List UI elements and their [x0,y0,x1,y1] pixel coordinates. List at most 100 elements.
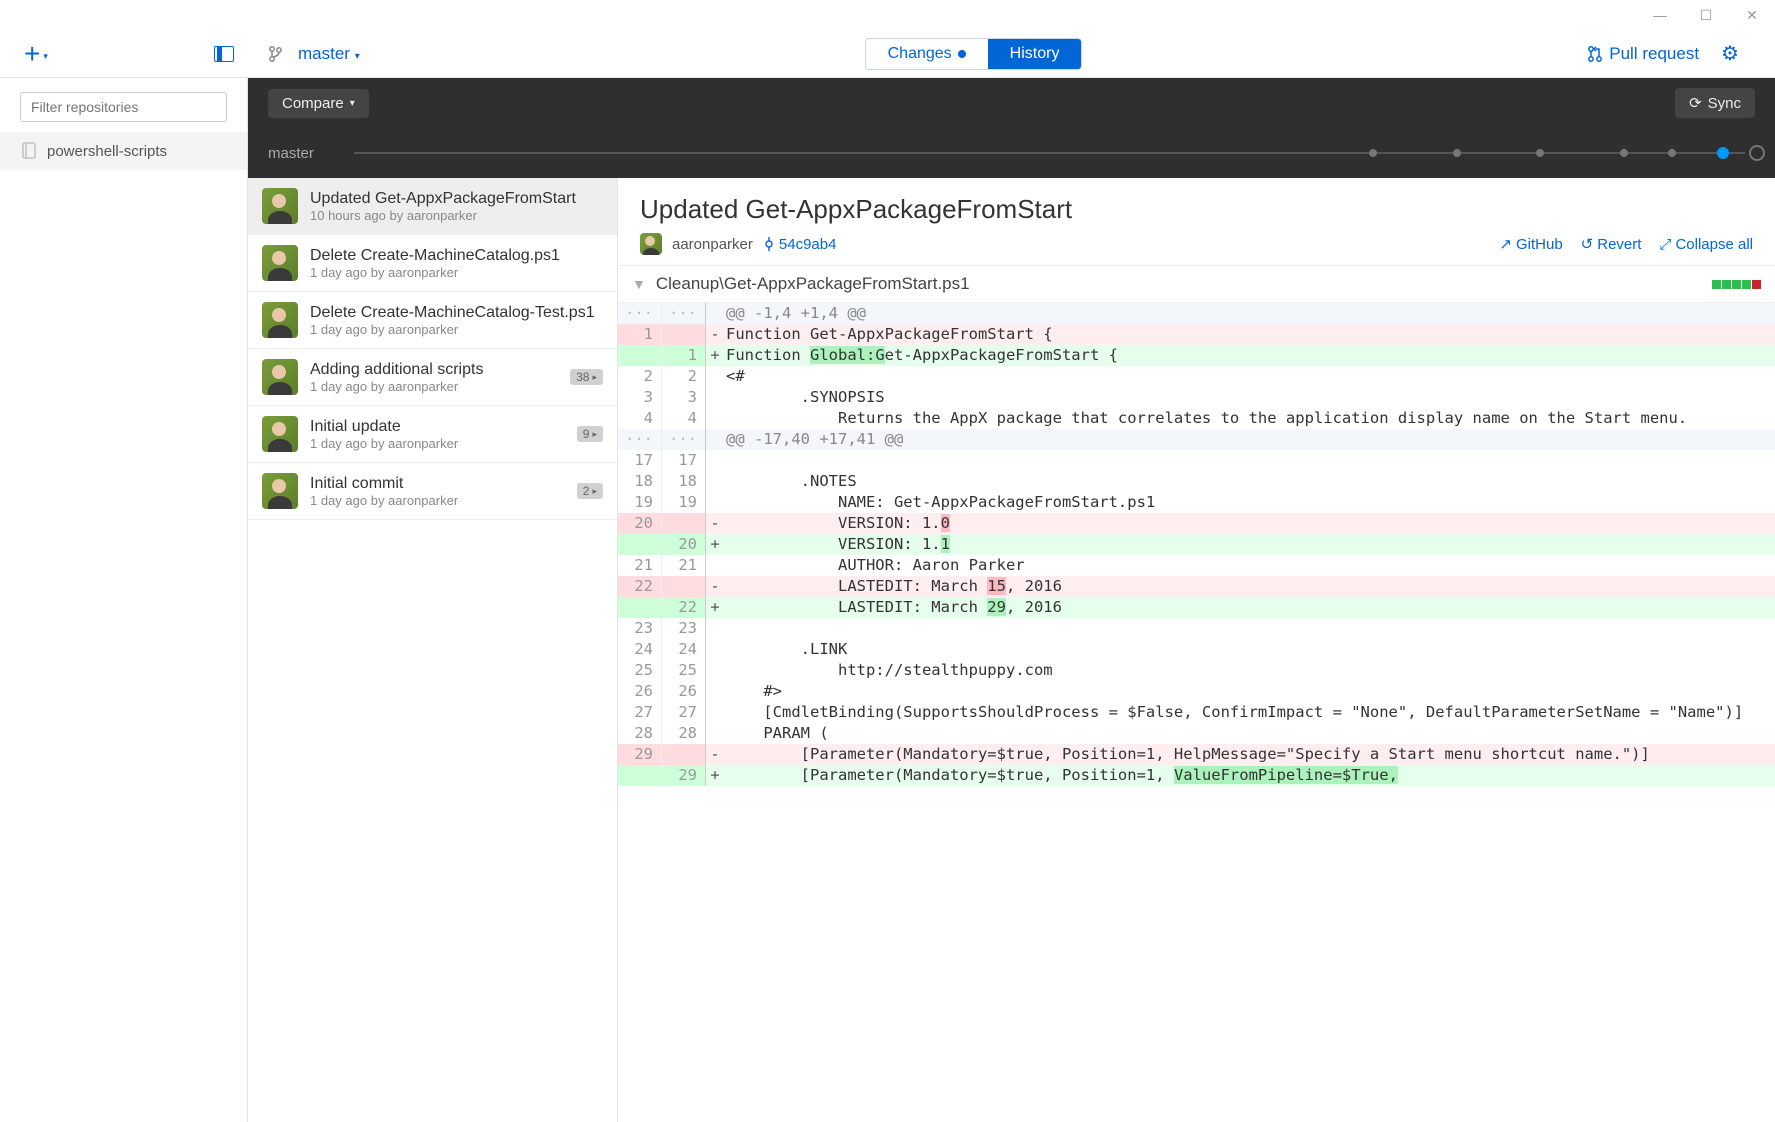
window-close-button[interactable]: ✕ [1729,0,1775,30]
timeline-track[interactable] [354,152,1745,154]
compare-button[interactable]: Compare▾ [268,89,369,118]
avatar [262,359,298,395]
timeline-commit-dot[interactable] [1668,149,1676,157]
filter-repos-input[interactable] [20,92,227,122]
diff-line: 1+Function Global:Get-AppxPackageFromSta… [618,345,1775,366]
commit-sha-link[interactable]: 54c9ab4 [763,236,837,253]
changes-indicator-dot [958,50,966,58]
caret-down-icon: ▾ [43,51,48,62]
commit-list: Updated Get-AppxPackageFromStart10 hours… [248,178,618,1122]
collapse-icon: ⤢ [1659,236,1671,253]
avatar [262,245,298,281]
commit-item[interactable]: Updated Get-AppxPackageFromStart10 hours… [248,178,617,235]
diff-line: ······@@ -17,40 +17,41 @@ [618,429,1775,450]
window-maximize-button[interactable]: ☐ [1683,0,1729,30]
diff-line: ······@@ -1,4 +1,4 @@ [618,303,1775,324]
commit-meta: 1 day ago by aaronparker [310,379,558,394]
diff-line: 44 Returns the AppX package that correla… [618,408,1775,429]
sidebar: powershell-scripts [0,78,248,1122]
layout-toggle-button[interactable] [214,46,234,62]
commit-icon [763,237,775,251]
commit-title: Initial commit [310,475,565,493]
diff-line: 22+ LASTEDIT: March 29, 2016 [618,597,1775,618]
toolbar: +▾ master ▾ Changes History Pull [0,30,1775,78]
diff-stat-squares [1712,280,1761,289]
open-github-link[interactable]: ↗GitHub [1499,235,1562,253]
avatar [262,473,298,509]
diff-line: 20+ VERSION: 1.1 [618,534,1775,555]
plus-icon: + [24,38,40,70]
commit-item[interactable]: Adding additional scripts1 day ago by aa… [248,349,617,406]
diff-line: 2828 PARAM ( [618,723,1775,744]
repo-item[interactable]: powershell-scripts [0,132,247,170]
diff-view[interactable]: ······@@ -1,4 +1,4 @@1-Function Get-Appx… [618,303,1775,1122]
revert-icon: ↺ [1581,235,1594,253]
commit-item[interactable]: Initial commit1 day ago by aaronparker 2▸ [248,463,617,520]
timeline-commit-dot[interactable] [1620,149,1628,157]
diff-line: 2424 .LINK [618,639,1775,660]
commit-title: Adding additional scripts [310,361,558,379]
file-count-badge: 9▸ [577,426,603,442]
commit-detail: Updated Get-AppxPackageFromStart aaronpa… [618,178,1775,1122]
diff-line: 33 .SYNOPSIS [618,387,1775,408]
external-link-icon: ↗ [1499,235,1512,253]
commit-title: Updated Get-AppxPackageFromStart [310,190,603,208]
caret-down-icon: ▾ [350,98,355,109]
commit-meta: 10 hours ago by aaronparker [310,208,603,223]
compare-bar: Compare▾ ⟳Sync [248,78,1775,128]
commit-author: aaronparker [672,236,753,253]
commit-title: Initial update [310,418,565,436]
add-repo-button[interactable]: +▾ [24,38,48,70]
commit-item[interactable]: Delete Create-MachineCatalog.ps11 day ag… [248,235,617,292]
window-titlebar: — ☐ ✕ [0,0,1775,30]
diff-line: 2525 http://stealthpuppy.com [618,660,1775,681]
timeline-commit-dot[interactable] [1453,149,1461,157]
commit-title: Delete Create-MachineCatalog-Test.ps1 [310,304,603,322]
diff-line: 1717 [618,450,1775,471]
diff-line: 1818 .NOTES [618,471,1775,492]
timeline-commit-dot-active[interactable] [1717,147,1729,159]
timeline-commit-dot[interactable] [1369,149,1377,157]
repo-name: powershell-scripts [47,143,167,160]
branch-dropdown[interactable]: master ▾ [298,44,360,64]
diff-line: 2323 [618,618,1775,639]
window-minimize-button[interactable]: — [1637,0,1683,30]
avatar [640,233,662,255]
diff-line: 1919 NAME: Get-AppxPackageFromStart.ps1 [618,492,1775,513]
sync-icon: ⟳ [1689,94,1702,112]
commit-title: Delete Create-MachineCatalog.ps1 [310,247,603,265]
file-count-badge: 38▸ [570,369,603,385]
commit-meta: 1 day ago by aaronparker [310,322,603,337]
avatar [262,188,298,224]
diff-line: 22<# [618,366,1775,387]
diff-line: 2121 AUTHOR: Aaron Parker [618,555,1775,576]
collapse-all-button[interactable]: ⤢Collapse all [1659,235,1753,253]
timeline-commit-dot[interactable] [1536,149,1544,157]
diff-line: 29+ [Parameter(Mandatory=$true, Position… [618,765,1775,786]
diff-line: 22- LASTEDIT: March 15, 2016 [618,576,1775,597]
commit-meta: 1 day ago by aaronparker [310,493,565,508]
caret-down-icon: ▾ [352,51,360,62]
tab-changes[interactable]: Changes [866,39,988,69]
pull-request-button[interactable]: Pull request [1587,44,1699,64]
timeline-branch-label: master [268,145,314,162]
diff-line: 2626 #> [618,681,1775,702]
diff-line: 2727 [CmdletBinding(SupportsShouldProces… [618,702,1775,723]
file-header[interactable]: ▼ Cleanup\Get-AppxPackageFromStart.ps1 [618,265,1775,303]
file-path: Cleanup\Get-AppxPackageFromStart.ps1 [656,274,970,294]
timeline-head-ring[interactable] [1749,145,1765,161]
revert-button[interactable]: ↺Revert [1581,235,1642,253]
avatar [262,302,298,338]
diff-line: 1-Function Get-AppxPackageFromStart { [618,324,1775,345]
commit-detail-title: Updated Get-AppxPackageFromStart [640,194,1753,225]
gear-icon[interactable]: ⚙ [1721,41,1739,66]
avatar [262,416,298,452]
sync-button[interactable]: ⟳Sync [1675,88,1755,118]
file-count-badge: 2▸ [577,483,603,499]
branch-icon [268,45,282,63]
commit-item[interactable]: Delete Create-MachineCatalog-Test.ps11 d… [248,292,617,349]
timeline: master [248,128,1775,178]
tab-history[interactable]: History [988,39,1082,69]
pull-request-icon [1587,45,1603,63]
commit-item[interactable]: Initial update1 day ago by aaronparker9▸ [248,406,617,463]
